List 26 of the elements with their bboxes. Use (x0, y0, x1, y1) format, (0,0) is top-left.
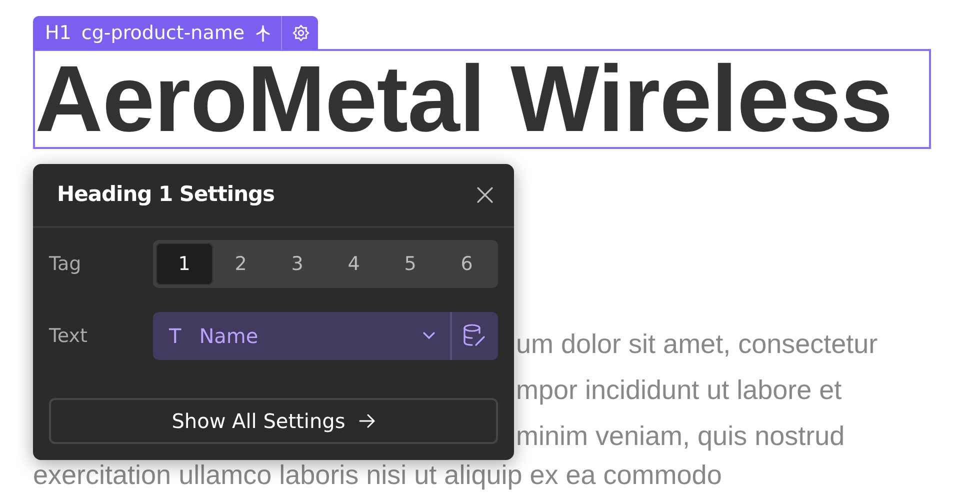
class-name: cg-product-name (81, 20, 245, 46)
tag-label: H1 (45, 20, 72, 46)
type-glyph: T (169, 323, 182, 350)
element-badge[interactable]: H1 cg-product-name (33, 16, 318, 50)
close-icon (476, 186, 494, 204)
arrow-right-icon (359, 414, 376, 428)
field-label: Text (49, 324, 88, 349)
page-heading: AeroMetal Wireless (35, 52, 892, 146)
tag-option[interactable]: 4 (326, 243, 382, 285)
paragraph-text: exercitation ullamco laboris nisi ut aliquip ex ea commodo (33, 460, 722, 490)
popover-title: Heading 1 Settings (57, 181, 275, 208)
tag-option[interactable]: 3 (269, 243, 326, 285)
paragraph-text: minim veniam, quis nostrud (516, 421, 845, 451)
tag-option[interactable]: 6 (438, 243, 495, 285)
paragraph-text: mpor incididunt ut labore et (516, 375, 842, 405)
chevron-down-icon (422, 331, 436, 341)
paragraph-text: um dolor sit amet, consectetur (516, 329, 878, 359)
settings-icon[interactable] (292, 24, 310, 42)
tag-option[interactable]: 5 (382, 243, 438, 285)
tag-option[interactable]: 2 (212, 243, 269, 285)
tag-option[interactable]: 1 (156, 243, 212, 285)
field-dropdown[interactable]: T Name (153, 312, 452, 360)
close-button[interactable] (476, 186, 494, 204)
show-all-settings-button[interactable]: Show All Settings (49, 398, 498, 444)
branch-up-icon[interactable] (254, 24, 271, 42)
field-label: Tag (49, 252, 82, 277)
